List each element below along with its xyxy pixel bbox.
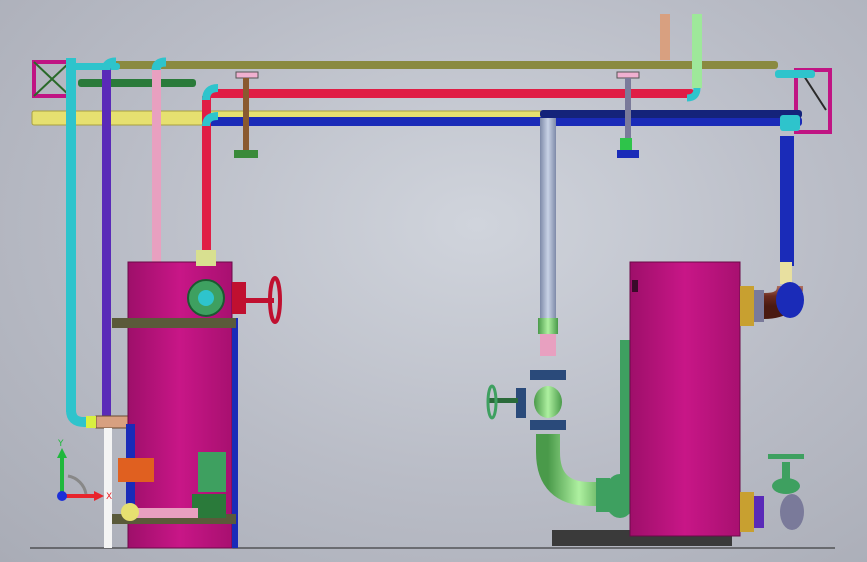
pipe-salmon-riser xyxy=(660,14,670,60)
pipe-cyan-downcomer xyxy=(66,58,76,412)
pipe-blue-downcomer xyxy=(780,136,794,266)
cad-viewport[interactable]: Y X xyxy=(0,0,867,562)
piping-model-view[interactable]: Y X xyxy=(0,0,867,562)
flange-icon xyxy=(740,282,804,326)
pipe-steel-riser xyxy=(540,118,556,322)
pipe-olive-header xyxy=(110,61,778,69)
axis-y-label: Y xyxy=(57,439,64,449)
tank-right xyxy=(629,261,741,537)
handwheel-valve-icon[interactable] xyxy=(768,454,804,494)
handwheel-valve-icon[interactable] xyxy=(486,370,566,430)
right-equipment xyxy=(486,118,804,546)
pipe-blue-header xyxy=(206,117,802,126)
pipe-navy-header xyxy=(540,110,802,118)
pipe-red-header xyxy=(206,89,694,98)
pipe-green-header xyxy=(78,79,196,87)
axis-triad-icon: Y X xyxy=(57,439,112,502)
handwheel-valve-icon[interactable] xyxy=(187,250,282,324)
pipe-lightgreen-riser xyxy=(692,14,702,88)
flange-icon xyxy=(740,492,804,532)
pipe-rack xyxy=(31,14,832,158)
pipe-purple-downcomer xyxy=(102,66,111,418)
axis-x-label: X xyxy=(106,492,112,502)
